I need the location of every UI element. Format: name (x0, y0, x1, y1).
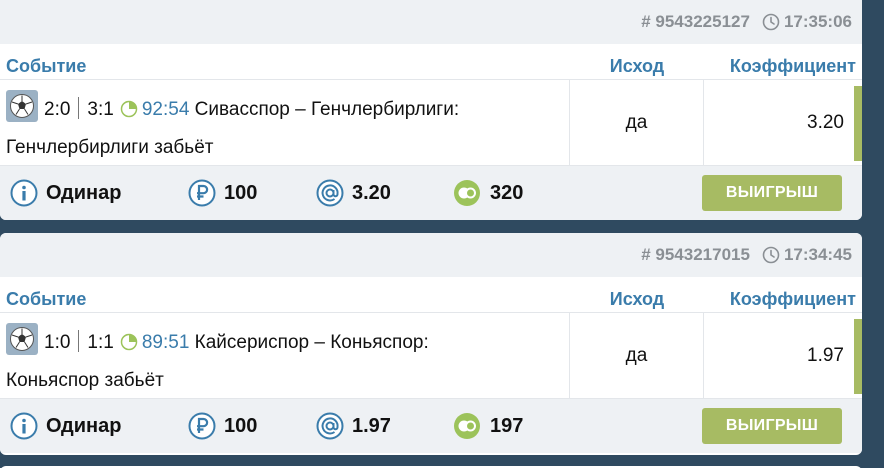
event-cell: 2:0 3:1 92:54 Сивасспор – Генчлербирлиги: … (0, 80, 570, 165)
clock-icon (762, 13, 780, 31)
info-icon (10, 412, 38, 440)
payout: 197 (452, 412, 702, 440)
odds-cell: 1.97 (704, 313, 862, 398)
event-name: Сивасспор – Генчлербирлиги: (194, 99, 460, 120)
header-event: Событие (6, 289, 87, 309)
odds-cell: 3.20 (704, 80, 862, 165)
table-row: 1:0 1:1 89:51 Кайсериспор – Коньяспор: Кон… (0, 313, 862, 399)
ruble-icon (188, 179, 216, 207)
outcome-cell: да (570, 80, 704, 165)
coefficient-value: 3.20 (352, 181, 391, 204)
coefficient: 3.20 (316, 179, 452, 207)
bet-id: # 9543225127 (641, 12, 750, 31)
coefficient-value: 1.97 (352, 414, 391, 437)
bet-id: # 9543217015 (641, 245, 750, 264)
score-half: 1:1 (87, 332, 114, 353)
bet-card-header: # 9543225127 17:35:06 (0, 0, 862, 44)
bet-time-value: 17:35:06 (783, 12, 852, 31)
bet-summary: Одинар 100 1.97 197 ВЫИГРЫШ (0, 399, 862, 453)
at-icon (316, 179, 344, 207)
header-outcome: Исход (609, 289, 665, 309)
status-bar (854, 86, 862, 161)
live-timer-icon (120, 100, 138, 118)
header-odds: Коэффициент (729, 289, 856, 309)
score-half: 3:1 (87, 99, 114, 120)
event-name: Кайсериспор – Коньяспор: (194, 332, 429, 353)
score-divider (78, 97, 80, 119)
soccer-ball-icon (6, 323, 38, 355)
bet-time: 17:34:45 (762, 245, 852, 265)
stake-value: 100 (224, 181, 258, 204)
payout-value: 320 (490, 181, 524, 204)
header-odds: Коэффициент (729, 56, 856, 76)
at-icon (316, 412, 344, 440)
header-outcome: Исход (609, 56, 665, 76)
table-row: 2:0 3:1 92:54 Сивасспор – Генчлербирлиги: … (0, 80, 862, 166)
status-bar (854, 319, 862, 394)
bet-time-value: 17:34:45 (783, 245, 852, 264)
bet-type-label: Одинар (46, 181, 122, 204)
coefficient: 1.97 (316, 412, 452, 440)
win-status-button[interactable]: ВЫИГРЫШ (702, 175, 842, 211)
payout: 320 (452, 179, 702, 207)
score-total: 2:0 (44, 99, 71, 120)
bet-type: Одинар (10, 412, 188, 440)
outcome-cell: да (570, 313, 704, 398)
soccer-ball-icon (6, 90, 38, 122)
live-time: 92:54 (141, 99, 190, 120)
market-name: Коньяспор забьёт (6, 370, 164, 391)
score-total: 1:0 (44, 332, 71, 353)
live-timer-icon (120, 333, 138, 351)
bet-card: # 9543225127 17:35:06 Событие Исход Коэф… (0, 0, 862, 220)
ruble-icon (188, 412, 216, 440)
market-name: Генчлербирлиги забьёт (6, 137, 214, 158)
coins-icon (454, 180, 480, 206)
header-event: Событие (6, 56, 87, 76)
table-header: Событие Исход Коэффициент (0, 44, 862, 80)
odds-value: 3.20 (807, 111, 844, 133)
stake-value: 100 (224, 414, 258, 437)
stake: 100 (188, 179, 316, 207)
info-icon (10, 179, 38, 207)
score-divider (78, 330, 80, 352)
live-time: 89:51 (141, 332, 190, 353)
payout-value: 197 (490, 414, 524, 437)
bet-type-label: Одинар (46, 414, 122, 437)
odds-value: 1.97 (807, 344, 844, 366)
bet-type: Одинар (10, 179, 188, 207)
stake: 100 (188, 412, 316, 440)
bet-card-header: # 9543217015 17:34:45 (0, 233, 862, 277)
clock-icon (762, 246, 780, 264)
coins-icon (454, 413, 480, 439)
win-status-button[interactable]: ВЫИГРЫШ (702, 408, 842, 444)
event-cell: 1:0 1:1 89:51 Кайсериспор – Коньяспор: Кон… (0, 313, 570, 398)
bet-time: 17:35:06 (762, 12, 852, 32)
bet-card: # 9543217015 17:34:45 Событие Исход Коэф… (0, 233, 862, 455)
bet-summary: Одинар 100 3.20 320 ВЫИГРЫШ (0, 166, 862, 220)
table-header: Событие Исход Коэффициент (0, 277, 862, 313)
